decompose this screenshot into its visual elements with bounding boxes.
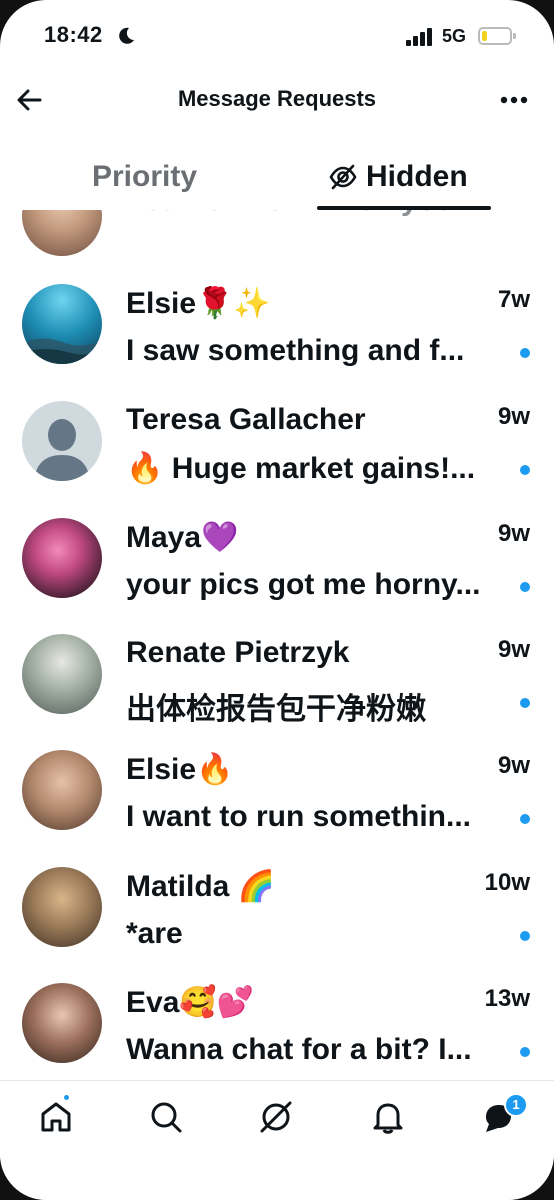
page-title: Message Requests [177,86,377,111]
tab-hidden-label: Hidden [366,160,468,193]
avatar [22,634,102,714]
conversation-row[interactable]: Renate Pietrzyk 9w 出体检报告包干净粉嫩 [0,632,554,748]
grok-icon[interactable] [256,1097,296,1137]
sender-name: Matilda 🌈 [126,870,276,903]
unread-dot [520,931,530,941]
messages-badge: 1 [504,1093,528,1117]
tab-priority-label: Priority [92,160,198,193]
message-time: 10w [484,869,530,896]
search-icon[interactable] [146,1097,186,1137]
tab-priority[interactable]: Priority [92,160,197,194]
message-time: 9w [497,520,530,547]
avatar [22,284,102,364]
conversation-row[interactable]: Teresa Gallacher 9w 🔥 Huge market gains!… [0,399,554,515]
unread-dot [520,582,530,592]
status-time: 18:42 [44,22,103,47]
signal-icon [406,28,432,46]
message-time: 9w [497,752,530,779]
home-badge-dot [62,1093,71,1102]
message-preview: *are [126,917,183,950]
message-time: 9w [497,403,530,430]
sender-name: Renate Pietrzyk [126,636,350,669]
battery-icon [478,27,516,45]
avatar [22,401,102,481]
default-avatar-icon [34,419,90,481]
unread-dot [520,348,530,358]
sender-name: Elsie🌹✨ [126,287,271,320]
more-options-icon[interactable] [496,84,532,116]
conversation-row[interactable]: Matilda 🌈 10w *are [0,865,554,981]
unread-dot [520,1047,530,1057]
message-preview: 出体检报告包干净粉嫩 [126,692,426,727]
tab-bar-top: Priority Hidden [0,148,554,210]
message-preview: your pics got me horny... [126,568,481,601]
conversation-row[interactable]: Eva🥰💕 13w Wanna chat for a bit? I... [0,981,554,1080]
network-label: 5G [442,26,467,46]
conversation-row[interactable]: Let me know when you... [0,210,554,292]
message-preview: I saw something and f... [126,334,465,367]
message-time: 9w [497,636,530,663]
sender-name: Eva🥰💕 [126,986,255,1019]
avatar [22,518,102,598]
unread-dot [520,814,530,824]
message-preview: Let me know when you... [126,210,516,218]
conversation-row[interactable]: Elsie🔥 9w I want to run somethin... [0,748,554,864]
message-preview: Wanna chat for a bit? I... [126,1033,472,1066]
avatar [22,867,102,947]
sender-name: Teresa Gallacher [126,403,366,436]
sender-name: Maya💜 [126,521,239,554]
message-preview: I want to run somethin... [126,800,471,833]
avatar [22,210,102,256]
unread-dot [520,698,530,708]
conversation-row[interactable]: Elsie🌹✨ 7w I saw something and f... [0,282,554,398]
conversation-list: Let me know when you... Elsie🌹✨ 7w I saw… [0,210,554,1080]
message-time: 13w [484,985,530,1012]
bottom-tab-bar: 1 [0,1080,554,1200]
tab-hidden[interactable]: Hidden [328,160,468,194]
avatar-image [22,338,102,364]
message-time: 7w [497,286,530,313]
moon-icon [119,27,134,44]
notifications-icon[interactable] [368,1097,408,1137]
conversation-row[interactable]: Maya💜 9w your pics got me horny... [0,516,554,632]
avatar [22,983,102,1063]
unread-dot [520,465,530,475]
status-bar: 18:42 5G [0,0,554,70]
message-preview: 🔥 Huge market gains!... [126,452,476,485]
header: Message Requests [0,70,554,130]
eye-off-icon [329,164,357,190]
phone-screen: 18:42 5G Message Requests Priority Hidde… [0,0,554,1200]
home-icon[interactable] [36,1097,76,1137]
sender-name: Elsie🔥 [126,753,234,786]
avatar [22,750,102,830]
